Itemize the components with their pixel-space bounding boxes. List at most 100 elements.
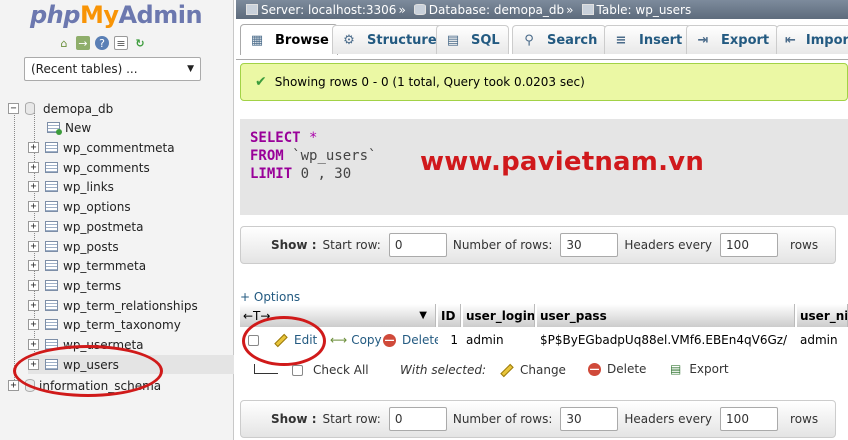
table-icon	[45, 359, 58, 370]
column-header-user-login[interactable]: user_login	[463, 304, 535, 327]
tree-item-label: wp_users	[63, 357, 119, 372]
breadcrumb-table[interactable]: Table: wp_users	[576, 3, 691, 17]
tree-item-table[interactable]: + wp_users	[28, 355, 234, 374]
column-header-user-pass[interactable]: user_pass	[537, 304, 795, 327]
tab-insert[interactable]: ≡ Insert	[604, 25, 692, 54]
logout-icon[interactable]: →	[76, 36, 90, 50]
number-of-rows-input[interactable]: 30	[560, 233, 619, 257]
copy-row-link[interactable]: ⟷ Copy	[330, 328, 382, 352]
tree-item-table[interactable]: + wp_usermeta	[28, 335, 144, 354]
expand-icon[interactable]: +	[28, 300, 39, 311]
table-icon	[45, 142, 58, 153]
select-all-arrow-icon	[254, 364, 278, 374]
navigation-panel: phpMyAdmin ⌂ → ? ≡ ↻ (Recent tables) ...…	[0, 0, 234, 440]
tab-search[interactable]: ⚲ Search	[512, 25, 607, 54]
edit-row-link[interactable]: Edit	[274, 328, 317, 352]
table-icon	[45, 319, 58, 330]
delete-icon: —	[588, 362, 601, 376]
expand-icon[interactable]: +	[28, 142, 39, 153]
sql-query-text: SELECT * FROM `wp_users` LIMIT 0 , 30	[250, 130, 377, 182]
tree-item-table[interactable]: + wp_term_relationships	[28, 296, 198, 315]
table-icon	[45, 241, 58, 252]
pencil-icon	[274, 333, 288, 347]
tree-item-database[interactable]: − demopa_db	[8, 99, 113, 118]
expand-icon[interactable]: +	[28, 241, 39, 252]
cell-id[interactable]: 1	[438, 328, 461, 352]
expand-icon[interactable]: +	[28, 201, 39, 212]
tree-connector	[14, 110, 15, 386]
tree-item-table[interactable]: + wp_term_taxonomy	[28, 315, 181, 334]
start-row-input[interactable]: 0	[388, 407, 447, 431]
expand-icon[interactable]: +	[8, 380, 19, 391]
import-icon: ⇤	[785, 32, 796, 48]
sql-query-box[interactable]: SELECT * FROM `wp_users` LIMIT 0 , 30 ww…	[240, 119, 848, 215]
insert-icon: ≡	[615, 32, 627, 48]
cell-user-pass[interactable]: $P$ByEGbadpUq88el.VMf6.EBEn4qV6Gz/	[537, 328, 795, 352]
bulk-delete-button[interactable]: — Delete	[588, 362, 646, 376]
bulk-export-button[interactable]: ▤ Export	[670, 362, 729, 376]
breadcrumb-server[interactable]: Server: localhost:3306	[240, 3, 396, 17]
main-content: ✔ Showing rows 0 - 0 (1 total, Query too…	[236, 61, 848, 440]
help-icon[interactable]: ?	[95, 36, 109, 50]
arrow-left-right-icon[interactable]: ←T→	[243, 309, 270, 323]
tree-item-table[interactable]: + wp_postmeta	[28, 217, 143, 236]
delete-row-link[interactable]: — Delete	[383, 328, 441, 352]
table-icon	[45, 201, 58, 212]
database-icon	[25, 379, 35, 392]
cell-user-login[interactable]: admin	[463, 328, 535, 352]
expand-icon[interactable]: +	[28, 339, 39, 350]
docs-icon[interactable]: ≡	[114, 36, 128, 50]
headers-every-input[interactable]: 100	[720, 407, 779, 431]
tab-export[interactable]: ⇥ Export	[686, 25, 779, 54]
phpmyadmin-logo[interactable]: phpMyAdmin	[30, 1, 203, 29]
row-navigation-top: Show : Start row: 0 Number of rows: 30 H…	[240, 226, 836, 264]
column-header-id[interactable]: ID	[438, 304, 461, 327]
new-table-icon	[47, 122, 62, 135]
expand-icon[interactable]: +	[28, 359, 39, 370]
tree-item-table[interactable]: + wp_posts	[28, 237, 119, 256]
tab-browse[interactable]: ▦ Browse	[240, 24, 338, 55]
check-all-label[interactable]: Check All	[313, 363, 369, 377]
tree-item-label: wp_usermeta	[63, 337, 144, 352]
bulk-change-button[interactable]: Change	[500, 363, 566, 377]
tab-import[interactable]: ⇤ Impor	[776, 25, 848, 54]
collapse-icon[interactable]: −	[8, 103, 19, 114]
table-icon	[45, 300, 58, 311]
tree-item-table[interactable]: + wp_termmeta	[28, 256, 146, 275]
expand-icon[interactable]: +	[28, 162, 39, 173]
recent-tables-select[interactable]: (Recent tables) ... ▼	[24, 57, 201, 81]
tree-item-table[interactable]: + wp_terms	[28, 276, 121, 295]
expand-icon[interactable]: +	[28, 260, 39, 271]
tree-item-information-schema[interactable]: + information_schema	[8, 376, 161, 395]
tab-structure[interactable]: ⚙ Structure	[332, 25, 446, 54]
row-checkbox[interactable]	[248, 328, 259, 352]
expand-icon[interactable]: +	[28, 319, 39, 330]
start-row-input[interactable]: 0	[388, 233, 447, 257]
tree-item-table[interactable]: + wp_commentmeta	[28, 138, 175, 157]
sort-arrow-icon[interactable]: ▼	[419, 310, 427, 321]
breadcrumb-database[interactable]: Database: demopa_db	[408, 3, 564, 17]
success-message: ✔ Showing rows 0 - 0 (1 total, Query too…	[240, 63, 848, 101]
row-navigation-bottom: Show : Start row: 0 Number of rows: 30 H…	[240, 400, 836, 438]
options-link[interactable]: + Options	[240, 290, 300, 304]
column-header-user-nicename[interactable]: user_nic	[797, 304, 848, 327]
reload-icon[interactable]: ↻	[133, 36, 147, 50]
headers-every-input[interactable]: 100	[720, 233, 779, 257]
expand-icon[interactable]: +	[28, 280, 39, 291]
pencil-icon	[500, 363, 514, 377]
tree-item-new[interactable]: New	[34, 118, 91, 137]
database-icon	[413, 4, 426, 15]
tab-sql[interactable]: ▤ SQL	[436, 25, 509, 54]
breadcrumb: Server: localhost:3306 » Database: demop…	[236, 0, 848, 19]
table-icon	[45, 339, 58, 350]
check-all-checkbox[interactable]	[292, 365, 303, 376]
expand-icon[interactable]: +	[28, 181, 39, 192]
tree-item-table[interactable]: + wp_options	[28, 197, 131, 216]
tree-item-table[interactable]: + wp_links	[28, 177, 114, 196]
with-selected-label: With selected:	[400, 363, 487, 377]
cell-user-nicename[interactable]: admin	[797, 328, 848, 352]
tree-item-table[interactable]: + wp_comments	[28, 158, 150, 177]
home-icon[interactable]: ⌂	[57, 36, 71, 50]
expand-icon[interactable]: +	[28, 221, 39, 232]
number-of-rows-input[interactable]: 30	[560, 407, 619, 431]
